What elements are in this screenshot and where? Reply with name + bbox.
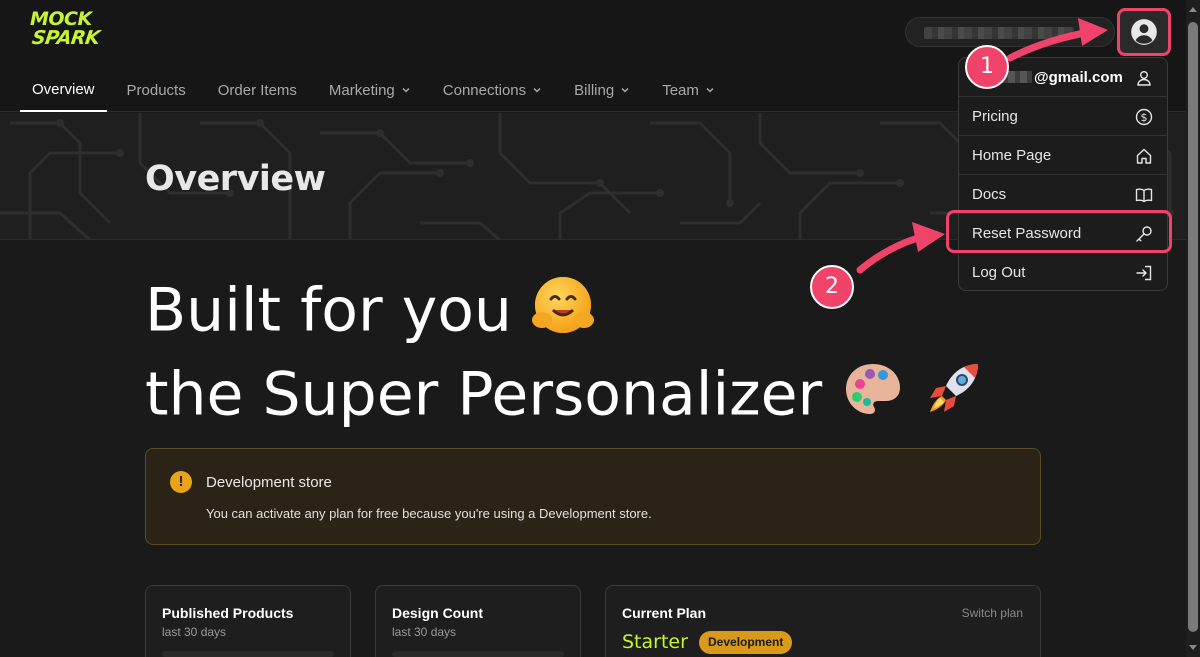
design-count-card: Design Count last 30 days (375, 585, 581, 657)
menu-item-docs[interactable]: Docs (959, 175, 1167, 214)
user-menu: @gmail.com Pricing $ Home Page Docs Rese… (958, 57, 1168, 291)
menu-item-reset-password[interactable]: Reset Password (959, 214, 1167, 253)
nav-overview[interactable]: Overview (20, 68, 107, 112)
rocket-emoji-icon (920, 356, 986, 440)
headline-line-2: the Super Personalizer (145, 356, 986, 440)
step-2-marker: 2 (810, 265, 854, 309)
switch-plan-link[interactable]: Switch plan (962, 606, 1023, 620)
page-scrollbar[interactable] (1186, 0, 1200, 657)
menu-item-home-page[interactable]: Home Page (959, 136, 1167, 175)
svg-text:$: $ (1141, 111, 1148, 124)
card-value-placeholder (162, 651, 334, 657)
current-plan-card: Current Plan Switch plan Starter Develop… (605, 585, 1041, 657)
book-icon (1135, 188, 1153, 203)
headline: Built for you the Super Personalizer (145, 272, 986, 440)
nav-team[interactable]: Team (650, 68, 727, 112)
nav-products[interactable]: Products (115, 68, 198, 112)
hugging-face-emoji-icon (530, 272, 596, 356)
card-title: Design Count (392, 605, 483, 621)
menu-item-label: Home Page (972, 146, 1052, 164)
user-circle-icon (1131, 19, 1157, 45)
logout-icon (1136, 265, 1152, 281)
plan-name: Starter (622, 631, 688, 653)
card-subtitle: last 30 days (392, 625, 457, 639)
menu-item-label: Log Out (972, 264, 1026, 281)
chevron-down-icon (621, 87, 629, 93)
nav-label: Billing (574, 81, 615, 99)
nav-label: Connections (442, 81, 527, 99)
card-title: Current Plan (622, 605, 707, 621)
main-nav: Overview Products Order Items Marketing … (20, 68, 735, 112)
chevron-down-icon (402, 87, 410, 93)
card-subtitle: last 30 days (162, 625, 227, 639)
palette-emoji-icon (840, 356, 906, 440)
user-icon (1137, 71, 1151, 86)
headline-line-1: Built for you (145, 272, 986, 356)
chevron-down-icon (706, 87, 714, 93)
headline-text-1: Built for you (145, 275, 512, 346)
scroll-up-arrow-icon[interactable] (1189, 7, 1197, 12)
key-icon (1136, 226, 1152, 242)
development-store-alert: ! Development store You can activate any… (145, 448, 1041, 545)
warning-icon: ! (170, 471, 192, 493)
scroll-down-arrow-icon[interactable] (1189, 645, 1197, 650)
nav-order-items[interactable]: Order Items (206, 68, 309, 112)
nav-label: Products (126, 81, 186, 99)
alert-body: You can activate any plan for free becau… (206, 506, 652, 521)
scrollbar-thumb[interactable] (1188, 22, 1198, 632)
home-icon (1136, 148, 1152, 164)
plan-status-badge: Development (699, 631, 793, 654)
profile-button[interactable] (1117, 8, 1171, 56)
menu-item-label: Reset Password (972, 224, 1082, 242)
nav-connections[interactable]: Connections (431, 68, 554, 112)
dollar-icon: $ (1135, 108, 1153, 126)
card-title: Published Products (162, 605, 294, 621)
nav-billing[interactable]: Billing (562, 68, 642, 112)
menu-item-label: Docs (972, 185, 1007, 203)
nav-label: Team (662, 81, 699, 99)
card-value-placeholder (392, 651, 564, 657)
headline-text-2: the Super Personalizer (145, 359, 823, 430)
alert-title: Development store (206, 474, 332, 491)
step-1-marker: 1 (965, 45, 1009, 89)
redacted-store-name (924, 27, 1074, 39)
user-email: @gmail.com (1034, 68, 1123, 86)
nav-label: Overview (32, 80, 95, 98)
published-products-card: Published Products last 30 days (145, 585, 351, 657)
menu-item-pricing[interactable]: Pricing $ (959, 97, 1167, 136)
nav-label: Marketing (328, 81, 395, 99)
chevron-down-icon (533, 87, 541, 93)
logo-line-2: SPARK (30, 27, 102, 49)
nav-label: Order Items (217, 81, 297, 99)
nav-marketing[interactable]: Marketing (317, 68, 423, 112)
menu-item-label: Pricing (972, 107, 1018, 125)
mockspark-logo[interactable]: MOCK SPARK (30, 10, 120, 56)
page-title: Overview (145, 159, 326, 199)
store-selector[interactable] (905, 17, 1115, 47)
menu-item-log-out[interactable]: Log Out (959, 253, 1167, 290)
